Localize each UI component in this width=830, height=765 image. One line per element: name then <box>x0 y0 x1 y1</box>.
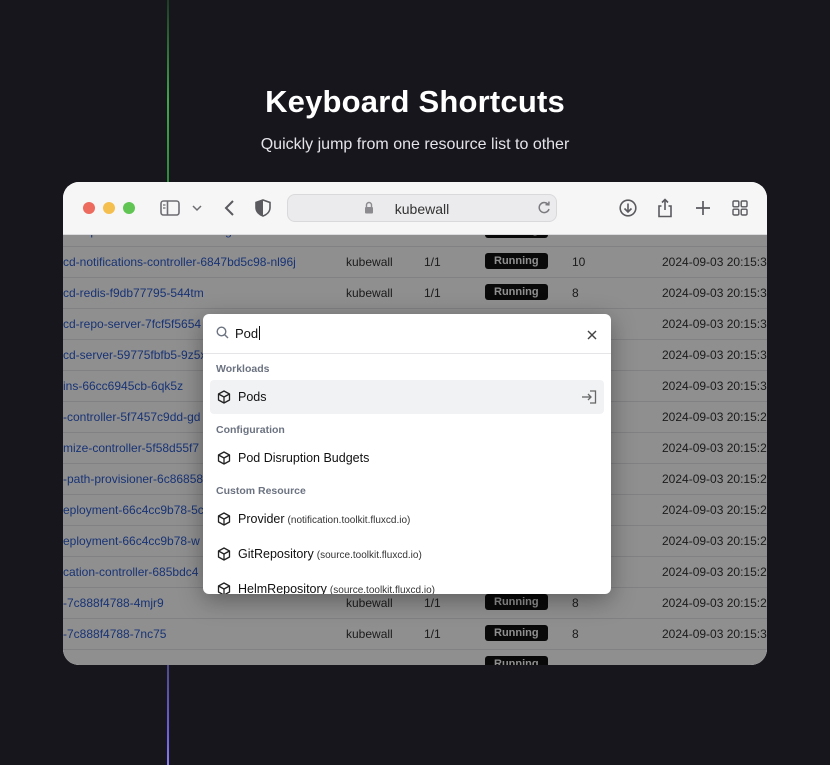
search-query-text: Pod <box>235 326 259 341</box>
sidebar-toggle-icon[interactable] <box>158 196 182 220</box>
palette-search-bar[interactable]: Pod <box>203 314 611 354</box>
api-group-text: (source.toolkit.fluxcd.io) <box>316 550 422 561</box>
cube-icon <box>217 390 231 409</box>
palette-item-gitrepository[interactable]: GitRepository (source.toolkit.fluxcd.io) <box>210 537 604 571</box>
tab-overview-icon[interactable] <box>728 196 752 220</box>
cube-icon <box>217 582 231 594</box>
close-window-button[interactable] <box>83 202 95 214</box>
group-heading-workloads: Workloads <box>216 363 270 375</box>
shield-icon[interactable] <box>251 196 275 220</box>
back-icon[interactable] <box>218 196 242 220</box>
palette-item-label: Pod Disruption Budgets <box>238 451 370 465</box>
palette-item-label: GitRepository (source.toolkit.fluxcd.io) <box>238 547 422 561</box>
cube-icon <box>217 451 231 470</box>
palette-item-pod-disruption-budgets[interactable]: Pod Disruption Budgets <box>210 441 604 475</box>
search-icon <box>216 326 229 344</box>
decorative-purple-line <box>167 665 169 765</box>
share-icon[interactable] <box>653 196 677 220</box>
minimize-window-button[interactable] <box>103 202 115 214</box>
zoom-window-button[interactable] <box>123 202 135 214</box>
download-icon[interactable] <box>616 196 640 220</box>
chevron-down-icon[interactable] <box>185 196 209 220</box>
new-tab-icon[interactable] <box>691 196 715 220</box>
group-heading-custom-resource: Custom Resource <box>216 485 306 497</box>
palette-search-input[interactable]: Pod <box>235 326 261 341</box>
close-icon[interactable] <box>587 327 597 345</box>
hero-title: Keyboard Shortcuts <box>265 84 565 119</box>
palette-item-label: Provider (notification.toolkit.fluxcd.io) <box>238 512 411 526</box>
palette-item-provider[interactable]: Provider (notification.toolkit.fluxcd.io) <box>210 502 604 536</box>
palette-item-helmrepository[interactable]: HelmRepository (source.toolkit.fluxcd.io) <box>210 572 604 594</box>
address-bar[interactable]: kubewall <box>287 194 557 222</box>
url-text: kubewall <box>394 201 450 217</box>
api-group-text: (source.toolkit.fluxcd.io) <box>329 585 435 594</box>
text-caret <box>259 326 261 340</box>
api-group-text: (notification.toolkit.fluxcd.io) <box>287 515 411 526</box>
reload-icon[interactable] <box>536 200 552 221</box>
hero-subtitle: Quickly jump from one resource list to o… <box>260 136 570 153</box>
palette-item-label: Pods <box>238 390 267 404</box>
command-palette: Pod Workloads Pods Configuration Pod Dis… <box>203 314 611 594</box>
cube-icon <box>217 512 231 531</box>
group-heading-configuration: Configuration <box>216 424 285 436</box>
enter-icon <box>581 390 597 409</box>
browser-toolbar: kubewall <box>63 182 767 235</box>
cube-icon <box>217 547 231 566</box>
palette-item-label: HelmRepository (source.toolkit.fluxcd.io) <box>238 582 435 594</box>
palette-item-pods[interactable]: Pods <box>210 380 604 414</box>
